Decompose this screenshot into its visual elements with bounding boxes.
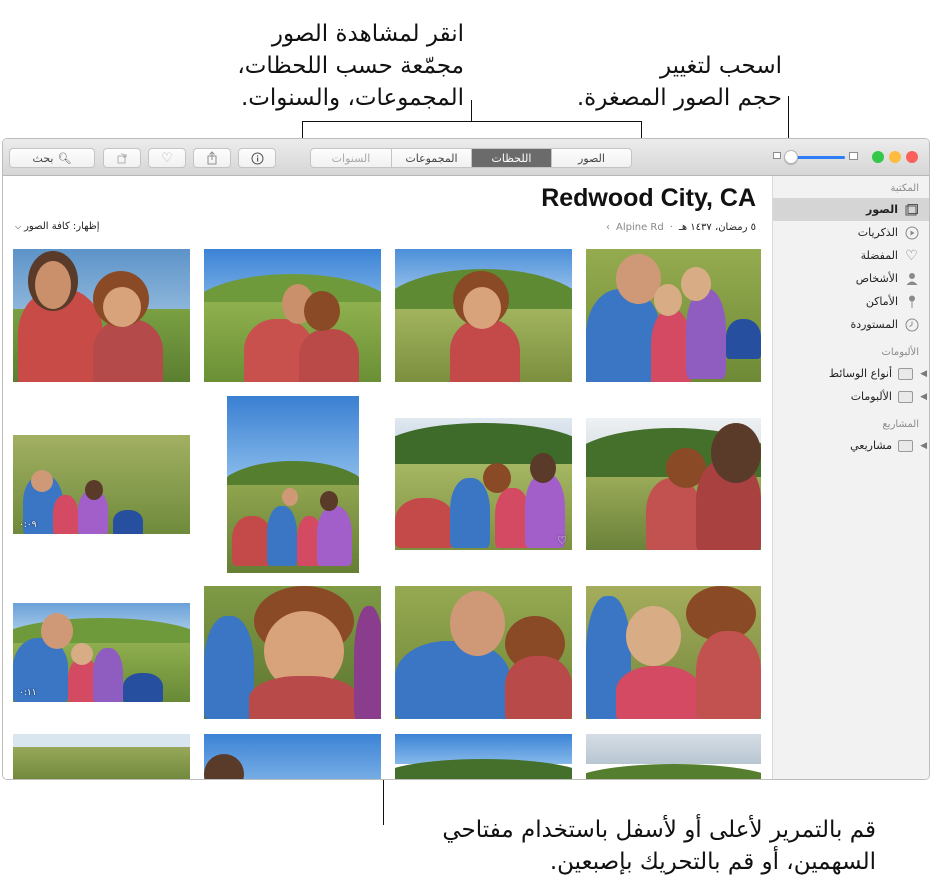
folder-icon: [898, 366, 913, 381]
photo-thumbnail[interactable]: [586, 734, 761, 779]
sidebar: المكتبة الصور الذكريات ♡ المفضلة الأشخاص…: [772, 176, 929, 779]
photo-thumbnail[interactable]: [395, 734, 572, 779]
callout-thumbnail-size: اسحب لتغيير حجم الصور المصغرة.: [546, 50, 782, 114]
disclosure-triangle-icon[interactable]: ◀: [920, 392, 927, 402]
callout-thumbnail-line-2: حجم الصور المصغرة.: [576, 85, 782, 111]
info-button[interactable]: [238, 148, 276, 168]
tab-collections[interactable]: المجموعات: [391, 149, 471, 167]
sidebar-item-memories[interactable]: الذكريات: [773, 221, 929, 244]
memories-icon: [904, 225, 919, 240]
sidebar-item-label: المفضلة: [860, 249, 898, 262]
leader-line-tabs-bar: [302, 121, 642, 122]
search-icon: 🔍︎: [57, 151, 72, 165]
share-icon: [207, 151, 217, 165]
photos-window: 🔍︎ بحث ♡ السنوات المجموعات اللحظات الصور: [2, 138, 930, 780]
share-button[interactable]: [193, 148, 231, 168]
chevron-down-icon: ⌵: [15, 221, 22, 231]
clock-icon: [904, 317, 919, 332]
favorite-heart-icon: ♡: [557, 534, 567, 547]
photo-thumbnail[interactable]: ♡: [395, 418, 572, 550]
disclosure-triangle-icon[interactable]: ◀: [920, 441, 927, 451]
zoom-button[interactable]: [872, 151, 884, 163]
photo-thumbnail[interactable]: [13, 249, 190, 382]
disclosure-triangle-icon[interactable]: ◀: [920, 369, 927, 379]
minimize-button[interactable]: [889, 151, 901, 163]
photo-thumbnail[interactable]: [227, 396, 359, 573]
heart-icon: ♡: [905, 247, 918, 264]
sidebar-item-label: المستوردة: [850, 318, 898, 331]
leader-line-tabs-stem: [471, 100, 472, 122]
photo-grid-area[interactable]: Redwood City, CA ٥ رمضان، ١٤٣٧ هـ · Alpi…: [3, 176, 772, 779]
sidebar-item-albums[interactable]: ◀ الألبومات: [773, 385, 929, 408]
photo-thumbnail[interactable]: [586, 249, 761, 382]
sidebar-item-people[interactable]: الأشخاص: [773, 267, 929, 290]
sidebar-header-projects: المشاريع: [882, 419, 919, 430]
moment-subtitle: ٥ رمضان، ١٤٣٧ هـ · Alpine Rd ›: [606, 222, 756, 233]
sidebar-item-label: أنواع الوسائط: [828, 367, 892, 380]
small-thumbnail-icon: [773, 152, 781, 159]
callout-scroll-line-2: السهمين، أو قم بالتحريك بإصبعين.: [549, 849, 876, 875]
show-filter-label: إظهار: كافة الصور: [24, 221, 100, 232]
show-filter-menu[interactable]: إظهار: كافة الصور ⌵: [15, 221, 99, 232]
sidebar-item-favorites[interactable]: ♡ المفضلة: [773, 244, 929, 267]
toolbar: 🔍︎ بحث ♡ السنوات المجموعات اللحظات الصور: [3, 139, 929, 176]
sidebar-item-label: الصور: [866, 203, 898, 216]
photo-thumbnail[interactable]: [395, 586, 572, 719]
photo-thumbnail[interactable]: [395, 249, 572, 382]
search-label: بحث: [32, 151, 54, 165]
tab-moments[interactable]: اللحظات: [471, 149, 551, 167]
folder-icon: [898, 389, 913, 404]
sidebar-item-places[interactable]: الأماكن: [773, 290, 929, 313]
info-icon: [251, 152, 263, 164]
photo-thumbnail[interactable]: ٠:١١: [13, 603, 190, 702]
sidebar-item-label: الأشخاص: [855, 272, 898, 285]
callout-tabs-line-1: انقر لمشاهدة الصور: [271, 21, 464, 47]
rotate-button[interactable]: [103, 148, 141, 168]
rotate-icon: [117, 153, 127, 164]
callout-thumbnail-line-1: اسحب لتغيير: [659, 53, 782, 79]
video-duration-badge: ٠:٠٩: [19, 520, 37, 530]
folder-icon: [898, 438, 913, 453]
moment-title[interactable]: Redwood City, CA: [541, 184, 756, 213]
close-button[interactable]: [906, 151, 918, 163]
separator-dot: ·: [669, 222, 673, 233]
large-thumbnail-icon: [849, 152, 858, 160]
view-tabs: السنوات المجموعات اللحظات الصور: [310, 148, 632, 168]
thumbnail-size-slider-knob[interactable]: [784, 150, 798, 164]
photo-thumbnail[interactable]: [204, 734, 381, 779]
sidebar-header-library: المكتبة: [890, 183, 919, 194]
moment-sub-location[interactable]: Alpine Rd: [616, 222, 664, 233]
tab-years[interactable]: السنوات: [311, 149, 391, 167]
photo-thumbnail[interactable]: ٠:٠٩: [13, 435, 190, 534]
moment-date: ٥ رمضان، ١٤٣٧ هـ: [678, 222, 756, 233]
pin-icon: [904, 294, 919, 309]
callout-tabs-line-2: مجمّعة حسب اللحظات،: [237, 53, 464, 79]
favorite-button[interactable]: ♡: [148, 148, 186, 168]
search-button[interactable]: 🔍︎ بحث: [9, 148, 95, 168]
sidebar-item-my-projects[interactable]: ◀ مشاريعي: [773, 434, 929, 457]
sidebar-item-label: مشاريعي: [850, 439, 892, 452]
callout-tabs: انقر لمشاهدة الصور مجمّعة حسب اللحظات، ا…: [180, 18, 464, 114]
tab-photos[interactable]: الصور: [551, 149, 631, 167]
sidebar-item-label: الألبومات: [850, 390, 892, 403]
photo-thumbnail[interactable]: [13, 734, 190, 779]
photo-thumbnail[interactable]: [586, 586, 761, 719]
sidebar-item-label: الذكريات: [857, 226, 898, 239]
photo-thumbnail[interactable]: [204, 586, 381, 719]
photo-thumbnail[interactable]: [586, 418, 761, 550]
photos-icon: [904, 202, 919, 217]
sidebar-item-photos[interactable]: الصور: [773, 198, 929, 221]
photo-thumbnail[interactable]: [204, 249, 381, 382]
callout-scroll-line-1: قم بالتمرير لأعلى أو لأسفل باستخدام مفتا…: [442, 817, 876, 843]
heart-outline-icon: ♡: [161, 150, 173, 166]
callout-tabs-line-3: المجموعات، والسنوات.: [240, 85, 464, 111]
callout-scroll: قم بالتمرير لأعلى أو لأسفل باستخدام مفتا…: [380, 814, 876, 878]
sidebar-item-imports[interactable]: المستوردة: [773, 313, 929, 336]
sidebar-item-media-types[interactable]: ◀ أنواع الوسائط: [773, 362, 929, 385]
person-icon: [904, 271, 919, 286]
sidebar-header-albums: الألبومات: [881, 347, 919, 358]
video-duration-badge: ٠:١١: [19, 688, 37, 698]
sidebar-item-label: الأماكن: [865, 295, 898, 308]
chevron-icon: ›: [606, 222, 610, 233]
